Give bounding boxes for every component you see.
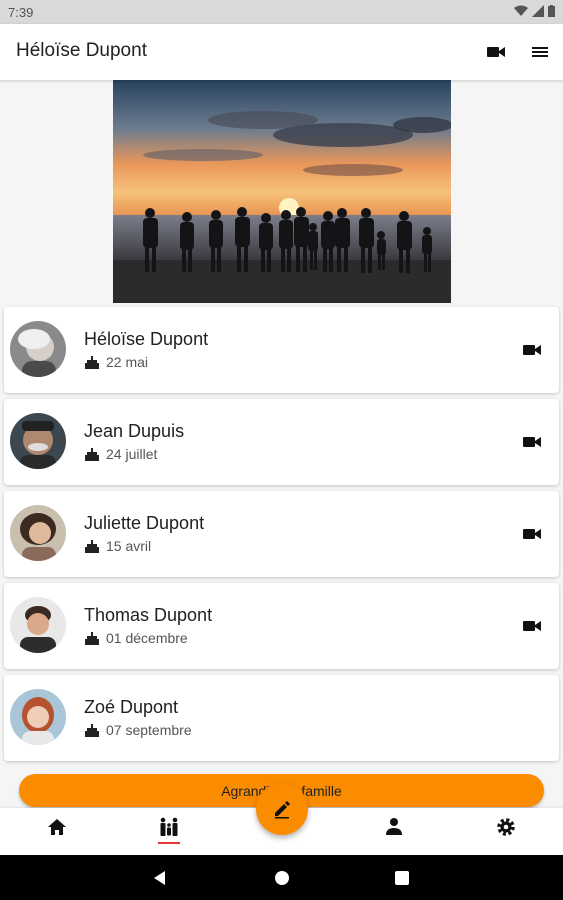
edit-pencil-icon	[275, 801, 290, 819]
birthday: 07 septembre	[84, 721, 192, 739]
signal-icon	[532, 5, 544, 17]
person-icon[interactable]	[382, 816, 406, 838]
birthday: 01 décembre	[84, 629, 188, 647]
active-tab-indicator	[158, 842, 180, 844]
avatar	[10, 413, 66, 469]
birthday-date: 15 avril	[106, 538, 152, 554]
birthday-cake-icon	[85, 448, 99, 461]
status-bar: 7:39	[0, 0, 563, 24]
member-name: Juliette Dupont	[84, 513, 205, 533]
member-card-heloise[interactable]: Héloïse Dupont 22 mai	[4, 307, 559, 393]
birthday-cake-icon	[85, 540, 99, 553]
avatar	[10, 597, 66, 653]
home-circle-icon[interactable]	[272, 868, 292, 888]
battery-icon	[548, 5, 555, 17]
settings-icon[interactable]	[494, 816, 518, 838]
video-camera-icon[interactable]	[522, 617, 542, 635]
birthday-date: 24 juillet	[106, 446, 158, 462]
back-icon[interactable]	[150, 868, 170, 888]
wifi-icon	[514, 5, 528, 16]
menu-icon[interactable]	[530, 43, 550, 61]
edit-fab[interactable]	[256, 783, 308, 835]
video-camera-icon[interactable]	[486, 43, 506, 61]
birthday: 24 juillet	[84, 445, 157, 463]
birthday-date: 01 décembre	[106, 630, 188, 646]
member-card-thomas[interactable]: Thomas Dupont 01 décembre	[4, 583, 559, 669]
family-photo	[113, 80, 451, 303]
member-card-zoe[interactable]: Zoé Dupont 07 septembre	[4, 675, 559, 761]
member-name: Jean Dupuis	[84, 421, 185, 441]
family-icon[interactable]	[157, 816, 181, 838]
video-camera-icon[interactable]	[522, 525, 542, 543]
birthday-cake-icon	[85, 724, 99, 737]
app-bar: Héloïse Dupont	[0, 24, 563, 80]
member-name: Héloïse Dupont	[84, 329, 209, 349]
video-camera-icon[interactable]	[522, 341, 542, 359]
avatar	[10, 505, 66, 561]
recents-icon[interactable]	[392, 868, 412, 888]
birthday-date: 07 septembre	[106, 722, 192, 738]
page-title: Héloïse Dupont	[16, 40, 147, 61]
birthday: 22 mai	[84, 353, 148, 371]
member-card-juliette[interactable]: Juliette Dupont 15 avril	[4, 491, 559, 577]
birthday-cake-icon	[85, 356, 99, 369]
system-nav-bar	[0, 855, 563, 900]
avatar	[10, 321, 66, 377]
birthday: 15 avril	[84, 537, 151, 555]
avatar	[10, 689, 66, 745]
home-icon[interactable]	[45, 816, 69, 838]
member-name: Thomas Dupont	[84, 605, 213, 625]
birthday-cake-icon	[85, 632, 99, 645]
member-card-jean[interactable]: Jean Dupuis 24 juillet	[4, 399, 559, 485]
status-icons	[514, 5, 555, 17]
member-name: Zoé Dupont	[84, 697, 179, 717]
status-time: 7:39	[8, 5, 34, 20]
birthday-date: 22 mai	[106, 354, 149, 370]
video-camera-icon[interactable]	[522, 433, 542, 451]
